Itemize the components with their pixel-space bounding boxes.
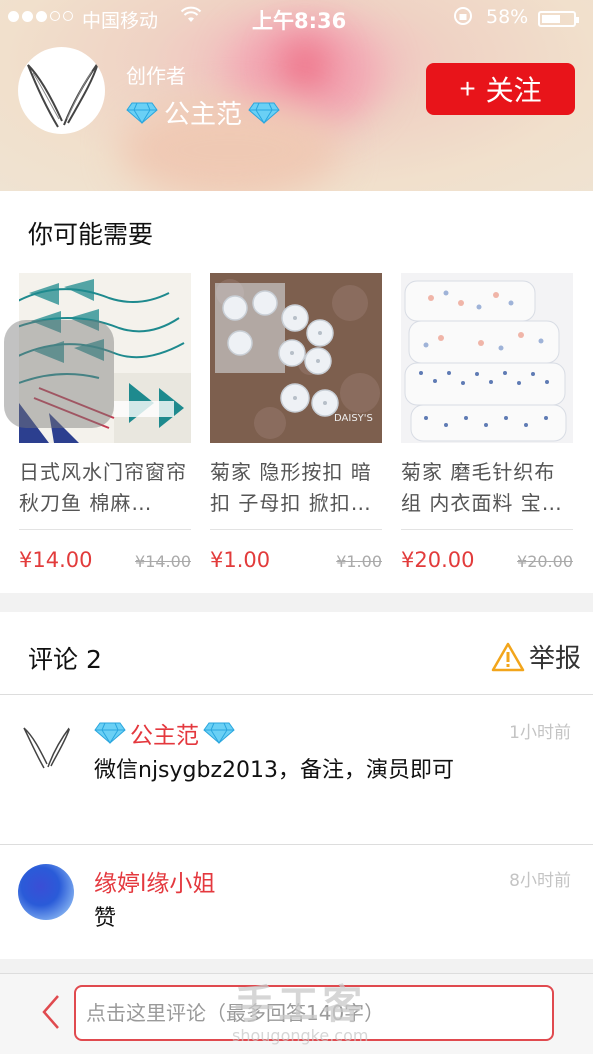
follow-button[interactable]: + 关注 [426, 63, 575, 115]
back-chevron-icon [42, 995, 59, 1029]
commenter-name[interactable]: 公主范 [94, 716, 235, 750]
comment-time: 1小时前 [509, 723, 571, 743]
diamond-icon [203, 722, 235, 744]
clock: 上午8:36 [252, 9, 347, 33]
rabbit-ears-avatar [27, 62, 99, 128]
comment-input[interactable] [74, 985, 554, 1041]
carrier-name: 中国移动 [82, 10, 159, 32]
commenter-name[interactable]: 缘婷l缘小姐 [94, 864, 215, 898]
product-original-price: ¥1.00 [336, 552, 382, 571]
product-name: 日式风水门帘窗帘 秋刀鱼 棉麻… [19, 460, 187, 515]
creator-avatar[interactable] [18, 47, 105, 134]
product-price: ¥20.00 [401, 548, 475, 572]
product-name: 菊家 隐形按扣 暗扣 子母扣 掀扣… [210, 460, 372, 515]
wifi-icon [180, 6, 202, 29]
comment-bar [0, 973, 593, 1054]
image-brand-text: DAISY'S [334, 413, 373, 424]
product-image [401, 273, 573, 443]
card-divider [19, 529, 191, 530]
commenter-name-text: 缘婷l缘小姐 [94, 871, 216, 897]
card-divider [401, 529, 573, 530]
product-name: 菊家 磨毛针织布组 内衣面料 宝… [401, 460, 563, 515]
creator-name[interactable]: 公主范 [126, 94, 280, 131]
battery-percent: 58% [486, 6, 529, 28]
comment-item: 公主范 1小时前 微信njsygbz2013，备注，演员即可 [0, 694, 593, 844]
warning-icon [491, 642, 525, 671]
rotation-lock-icon [452, 5, 474, 32]
diamond-icon [126, 102, 158, 124]
comment-text: 赞 [94, 906, 117, 931]
assistive-touch-handle[interactable] [4, 320, 114, 428]
report-button[interactable]: 举报 [491, 638, 581, 675]
comment-item: 缘婷l缘小姐 8小时前 赞 [0, 844, 593, 959]
product-price: ¥1.00 [210, 548, 271, 572]
comments-title: 评论 2 [28, 645, 102, 674]
comment-time: 8小时前 [509, 871, 571, 891]
product-card[interactable]: DAISY'S 菊家 隐形按扣 暗扣 子母扣 掀扣… ¥1.00 ¥1.00 [210, 273, 382, 572]
report-label: 举报 [528, 644, 581, 674]
follow-label: 关注 [485, 75, 542, 106]
signal-strength-icon [8, 11, 73, 22]
section-title: 你可能需要 [28, 220, 154, 249]
diamond-icon [248, 102, 280, 124]
comments-section: 评论 2 举报 公主范 1小时前 微信njsygbz2013，备注，演员即可 缘… [0, 612, 593, 959]
battery-icon [538, 11, 579, 27]
diamond-icon [94, 722, 126, 744]
card-divider [210, 529, 382, 530]
product-card[interactable]: 菊家 磨毛针织布组 内衣面料 宝… ¥20.00 ¥20.00 [401, 273, 573, 572]
commenter-avatar[interactable] [18, 864, 74, 920]
creator-name-text: 公主范 [164, 100, 243, 130]
creator-header: 中国移动 上午8:36 58% 创作者 公主范 + 关注 [0, 0, 593, 191]
status-bar: 中国移动 上午8:36 58% [0, 0, 593, 38]
product-original-price: ¥14.00 [135, 552, 191, 571]
commenter-name-text: 公主范 [130, 723, 199, 749]
rabbit-ears-avatar [23, 726, 71, 769]
creator-label: 创作者 [126, 64, 186, 88]
comment-text: 微信njsygbz2013，备注，演员即可 [94, 758, 455, 783]
back-button[interactable] [38, 992, 68, 1032]
commenter-avatar[interactable] [18, 716, 74, 772]
product-image: DAISY'S [210, 273, 382, 443]
product-original-price: ¥20.00 [517, 552, 573, 571]
plus-icon: + [459, 73, 476, 104]
comments-header: 评论 2 举报 [0, 612, 593, 695]
product-price: ¥14.00 [19, 548, 93, 572]
